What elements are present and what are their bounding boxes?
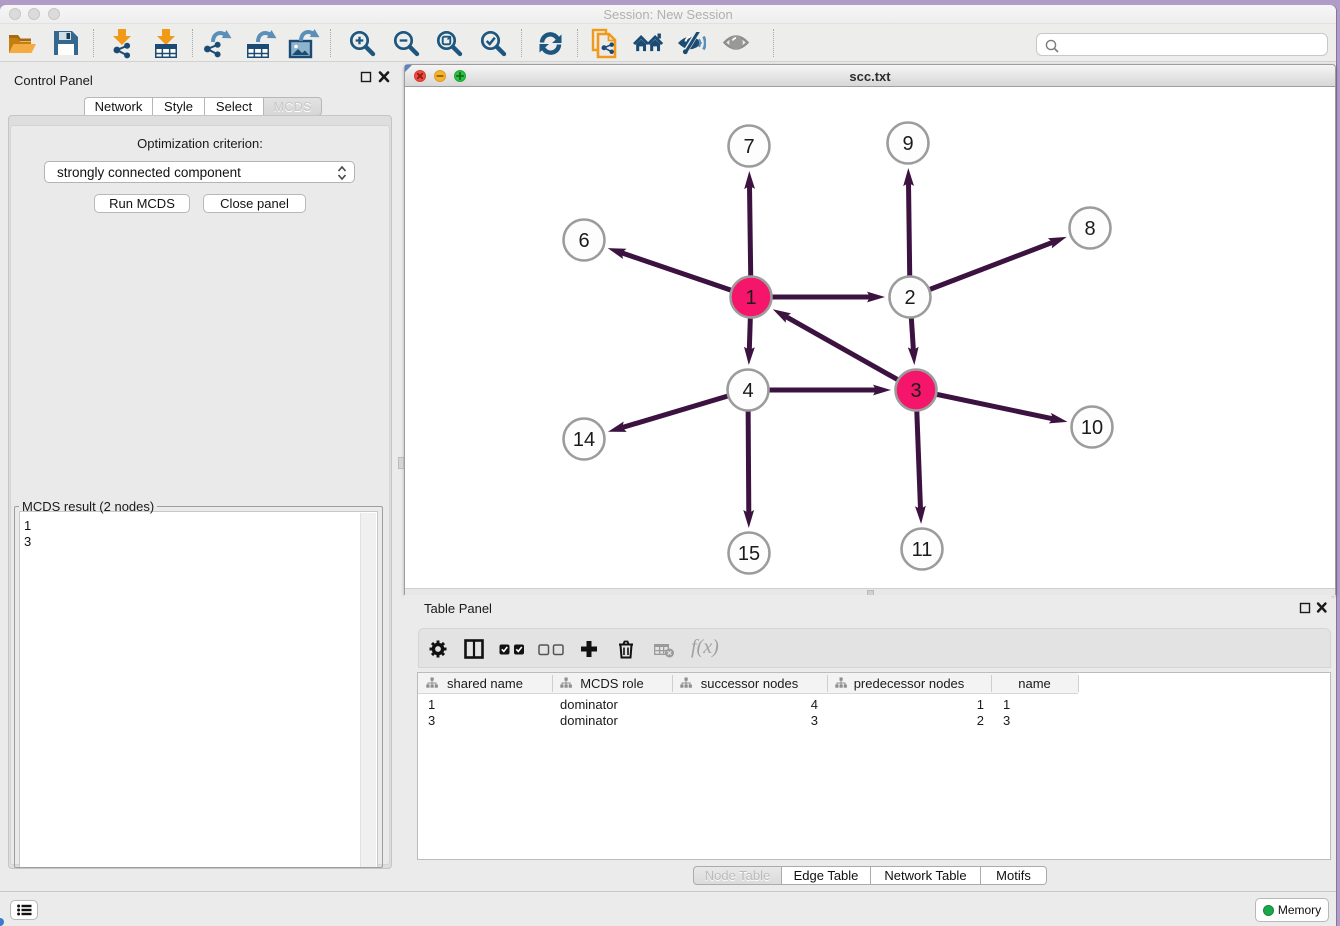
svg-text:6: 6 (578, 230, 589, 252)
svg-text:15: 15 (738, 543, 760, 565)
svg-text:11: 11 (912, 539, 933, 561)
svg-text:9: 9 (902, 133, 913, 155)
svg-text:8: 8 (1084, 218, 1095, 240)
svg-text:14: 14 (573, 429, 595, 451)
svg-text:1: 1 (745, 287, 756, 309)
svg-text:2: 2 (904, 287, 915, 309)
svg-text:3: 3 (910, 380, 921, 402)
svg-text:4: 4 (742, 380, 753, 402)
svg-text:7: 7 (743, 136, 754, 158)
svg-text:10: 10 (1081, 417, 1103, 439)
